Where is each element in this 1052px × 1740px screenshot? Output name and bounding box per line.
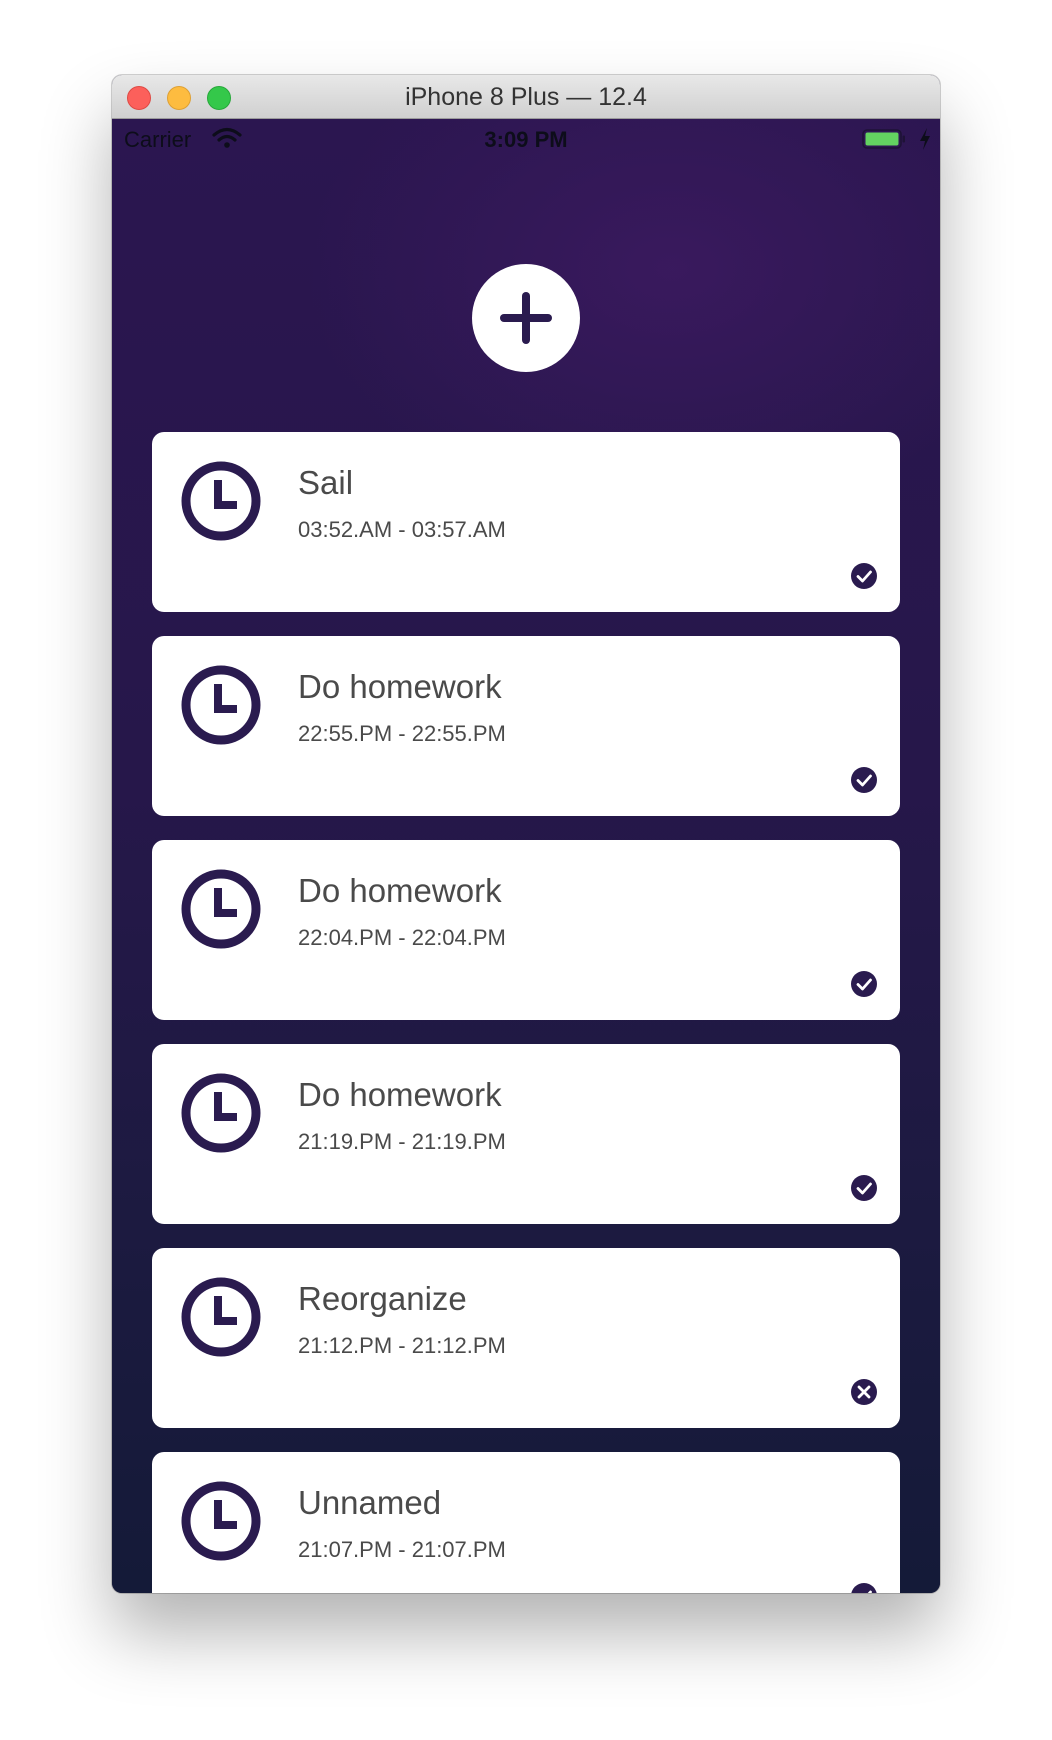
task-card[interactable]: Reorganize 21:12.PM - 21:12.PM bbox=[152, 1248, 900, 1428]
task-time-range: 21:19.PM - 21:19.PM bbox=[298, 1129, 506, 1154]
clock-icon bbox=[181, 1277, 261, 1357]
charging-bolt-icon bbox=[920, 128, 930, 150]
check-circle-icon[interactable] bbox=[850, 1582, 878, 1593]
status-time: 3:09 PM bbox=[484, 127, 568, 152]
clock-icon bbox=[181, 461, 261, 541]
clock-icon bbox=[181, 665, 261, 745]
task-time-range: 22:04.PM - 22:04.PM bbox=[298, 925, 506, 950]
check-circle-icon[interactable] bbox=[850, 562, 878, 590]
check-circle-icon[interactable] bbox=[850, 970, 878, 998]
simulator-window: iPhone 8 Plus — 12.4 Carrier 3:09 PM Sai… bbox=[112, 75, 940, 1593]
clock-icon bbox=[181, 1073, 261, 1153]
app-screen: Carrier 3:09 PM Sail 03:52.AM - 03:57.AM… bbox=[112, 119, 940, 1593]
task-card[interactable]: Do homework 22:55.PM - 22:55.PM bbox=[152, 636, 900, 816]
task-time-range: 21:12.PM - 21:12.PM bbox=[298, 1333, 506, 1358]
task-title: Sail bbox=[298, 464, 354, 501]
check-circle-icon[interactable] bbox=[850, 1174, 878, 1202]
status-bar: Carrier 3:09 PM bbox=[112, 119, 940, 161]
clock-icon bbox=[181, 869, 261, 949]
task-title: Do homework bbox=[298, 872, 502, 909]
task-card[interactable]: Do homework 21:19.PM - 21:19.PM bbox=[152, 1044, 900, 1224]
task-title: Do homework bbox=[298, 1076, 502, 1113]
title-bar: iPhone 8 Plus — 12.4 bbox=[112, 75, 940, 119]
task-title: Reorganize bbox=[298, 1280, 467, 1317]
task-title: Do homework bbox=[298, 668, 502, 705]
task-card[interactable]: Unnamed 21:07.PM - 21:07.PM bbox=[152, 1452, 900, 1593]
task-time-range: 03:52.AM - 03:57.AM bbox=[298, 517, 506, 542]
task-time-range: 21:07.PM - 21:07.PM bbox=[298, 1537, 506, 1562]
task-card[interactable]: Sail 03:52.AM - 03:57.AM bbox=[152, 432, 900, 612]
window-title: iPhone 8 Plus — 12.4 bbox=[405, 83, 647, 111]
task-time-range: 22:55.PM - 22:55.PM bbox=[298, 721, 506, 746]
add-task-button[interactable] bbox=[472, 264, 580, 372]
x-circle-icon[interactable] bbox=[850, 1378, 878, 1406]
battery-icon bbox=[862, 129, 905, 149]
task-list: Sail 03:52.AM - 03:57.AM Do homework 22:… bbox=[152, 432, 900, 1593]
task-card[interactable]: Do homework 22:04.PM - 22:04.PM bbox=[152, 840, 900, 1020]
task-title: Unnamed bbox=[298, 1484, 442, 1521]
check-circle-icon[interactable] bbox=[850, 766, 878, 794]
plus-icon bbox=[500, 292, 552, 344]
clock-icon bbox=[181, 1481, 261, 1561]
